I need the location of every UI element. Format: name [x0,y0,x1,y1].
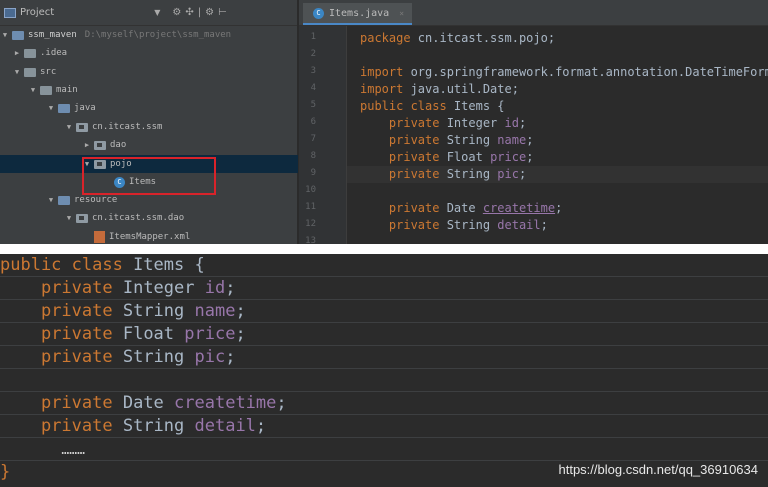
line-number: 3 [310,66,316,76]
expand-arrow-icon[interactable]: ▼ [12,68,22,76]
editor-tab-bar: C Items.java × [299,0,768,26]
expand-arrow-icon[interactable]: ▼ [46,196,56,204]
snippet-line: public class Items { [0,254,768,277]
line-number: 11 [305,202,316,212]
collapse-arrow-icon[interactable]: ▶ [82,141,92,149]
line-number: 4 [310,83,316,93]
red-highlight-box [82,157,216,195]
line-number: 6 [310,117,316,127]
tree-item-cn-itcast-ssm[interactable]: ▼ cn.itcast.ssm [0,118,298,136]
ellipsis: ……… [61,443,85,458]
tree-item-label: cn.itcast.ssm [92,122,163,132]
resource-folder-icon [58,195,70,205]
tree-item-label: src [40,67,57,77]
line-number: 7 [310,134,316,144]
code-line: private Float price; [388,150,534,164]
line-number: 10 [305,185,316,195]
package-icon [76,122,88,132]
snippet-line: private Date createtime; [0,392,768,415]
watermark: https://blog.csdn.net/qq_36910634 [558,462,759,477]
line-number: 5 [310,100,316,110]
tab-label: Items.java [329,7,390,19]
snippet-line: private Float price; [0,323,768,346]
tree-item-java[interactable]: ▼ java [0,99,298,117]
tree-item-label: dao [110,140,127,150]
module-folder-icon [12,30,24,40]
current-code-line: private String pic; [347,166,768,183]
code-line: private Integer id; [388,116,527,130]
tab-items-java[interactable]: C Items.java × [303,3,413,25]
code-line: private String detail; [388,218,548,232]
expand-arrow-icon[interactable]: ▼ [0,31,10,39]
tree-item-dao[interactable]: ▶ dao [0,136,298,154]
code-line: private String name; [388,133,534,147]
code-line: private Date createtime; [388,201,563,215]
line-number-gutter: 1 2 3 4 5 6 7 8 9 10 11 12 13 [299,26,347,244]
tree-item-main[interactable]: ▼ main [0,81,298,99]
settings-gear-icon[interactable]: ⚙ [205,7,214,18]
code-editor: C Items.java × 1 2 3 4 5 6 7 8 9 10 11 1… [299,0,768,244]
tree-item-label: java [74,103,96,113]
line-number: 1 [310,32,316,42]
project-panel-header: Project ▼ ⚙ ✣ | ⚙ ⊢ [0,0,297,26]
expand-arrow-icon[interactable]: ▼ [28,86,38,94]
folder-icon [24,67,36,77]
package-icon [94,140,106,150]
expand-arrow-icon[interactable]: ▼ [46,104,56,112]
tree-item-ssm-maven[interactable]: ▼ ssm_maven D:\myself\project\ssm_maven [0,26,298,44]
class-icon: C [313,7,324,19]
snippet-line: private Integer id; [0,277,768,300]
tree-item-label: resource [74,195,118,205]
folder-icon [40,85,52,95]
tree-item-idea[interactable]: ▶ .idea [0,44,298,62]
line-number: 2 [310,49,316,59]
tree-item-label: .idea [40,48,68,58]
code-line: package cn.itcast.ssm.pojo; [360,31,556,45]
collapse-all-icon[interactable]: ✣ [185,7,193,18]
project-panel-title: Project [20,7,55,18]
tree-item-path: D:\myself\project\ssm_maven [84,30,232,40]
tree-item-label: ssm_maven [28,30,77,40]
code-line: import java.util.Date; [360,82,519,96]
ide-screenshot: Project ▼ ⚙ ✣ | ⚙ ⊢ ▼ ssm_maven D:\mysel… [0,0,768,244]
tree-item-cn-itcast-ssm-dao[interactable]: ▼ cn.itcast.ssm.dao [0,209,298,227]
snippet-line: private String detail; [0,415,768,438]
expand-arrow-icon[interactable]: ▼ [64,123,74,131]
package-icon [76,213,88,223]
expand-arrow-icon[interactable]: ▼ [64,214,74,222]
snippet-line: ……… [0,438,768,461]
code-area[interactable]: package cn.itcast.ssm.pojo; import org.s… [347,26,768,244]
xml-file-icon [94,231,105,243]
code-snippet: public class Items { private Integer id;… [0,254,768,487]
closing-brace: } [0,462,11,482]
line-number: 9 [310,168,316,178]
code-line: import org.springframework.format.annota… [360,65,768,79]
hide-panel-icon[interactable]: ⊢ [218,7,227,18]
close-icon[interactable]: × [399,9,404,18]
snippet-line: private String pic; [0,346,768,369]
snippet-line: private String name; [0,300,768,323]
tree-item-items-mapper-xml[interactable]: ItemsMapper.xml [0,228,298,244]
tree-item-src[interactable]: ▼ src [0,63,298,81]
sync-icon[interactable]: ⚙ [172,7,181,18]
tree-item-label: cn.itcast.ssm.dao [92,213,185,223]
source-folder-icon [58,103,70,113]
snippet-line-empty [0,369,768,392]
line-number: 12 [305,219,316,229]
toolbar-separator: | [197,7,202,18]
tree-item-label: ItemsMapper.xml [109,232,191,242]
line-number: 13 [305,236,316,244]
code-line: public class Items { [360,99,505,113]
tree-item-label: main [56,85,78,95]
project-view-dropdown-icon[interactable]: ▼ [154,8,160,17]
project-panel: Project ▼ ⚙ ✣ | ⚙ ⊢ ▼ ssm_maven D:\mysel… [0,0,298,244]
collapse-arrow-icon[interactable]: ▶ [12,49,22,57]
project-view-icon [4,7,16,18]
folder-icon [24,48,36,58]
line-number: 8 [310,151,316,161]
